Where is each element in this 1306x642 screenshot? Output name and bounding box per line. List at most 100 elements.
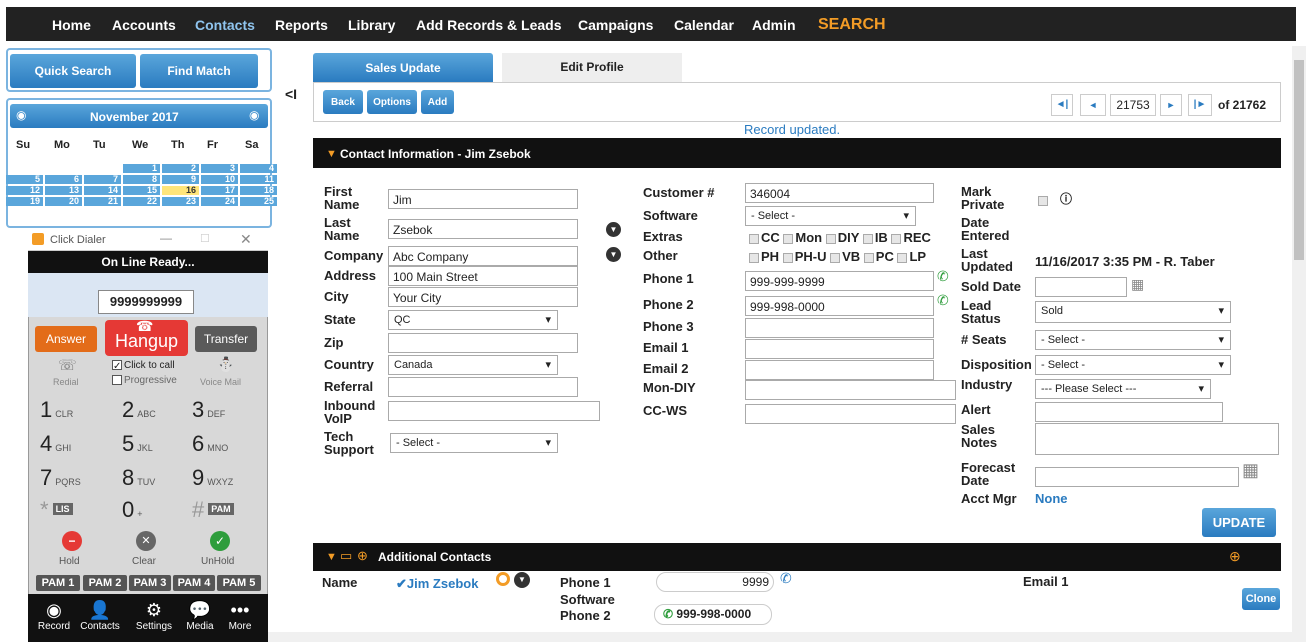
zip-input[interactable] xyxy=(388,333,578,353)
click-to-call-checkbox[interactable]: ✓ Click to call xyxy=(112,360,175,372)
alert-input[interactable] xyxy=(1035,402,1223,422)
calendar-day[interactable]: 17 xyxy=(201,186,238,195)
tech-support-select[interactable]: - Select - xyxy=(390,433,558,453)
close-icon[interactable]: ✕ xyxy=(240,231,252,248)
state-select[interactable]: QC xyxy=(388,310,558,330)
calendar-day[interactable]: 21 xyxy=(84,197,121,206)
more-tab[interactable]: ••• More xyxy=(220,600,260,632)
software-select[interactable]: - Select - xyxy=(745,206,916,226)
contacts-tab[interactable]: 👤 Contacts xyxy=(80,600,120,632)
record-number-input[interactable]: 21753 xyxy=(1110,94,1156,116)
address-input[interactable]: 100 Main Street xyxy=(388,266,578,286)
phone3-input[interactable] xyxy=(745,318,934,338)
first-name-input[interactable]: Jim xyxy=(388,189,578,209)
calendar-day[interactable]: 4 xyxy=(240,164,277,173)
calendar-day[interactable]: 1 xyxy=(123,164,160,173)
add-additional-icon[interactable]: ⊕ xyxy=(1229,548,1241,565)
nav-calendar[interactable]: Calendar xyxy=(674,17,734,33)
additional-phone2-pill[interactable]: ✆ 999-998-0000 xyxy=(654,604,772,625)
company-input[interactable]: Abc Company xyxy=(388,246,578,266)
horizontal-scrollbar[interactable] xyxy=(268,632,1292,642)
hold-icon[interactable]: − xyxy=(62,531,82,551)
calendar-day[interactable]: 20 xyxy=(45,197,82,206)
dial-key-2[interactable]: 2 ABC xyxy=(122,397,192,423)
dial-key-4[interactable]: 4 GHI xyxy=(40,431,110,457)
nav-add-records[interactable]: Add Records & Leads xyxy=(416,17,561,33)
seats-select[interactable]: - Select - xyxy=(1035,330,1231,350)
pam-5-button[interactable]: PAM 5 xyxy=(217,575,261,591)
progressive-checkbox[interactable]: Progressive xyxy=(112,375,177,386)
phone2-input[interactable]: 999-998-0000 xyxy=(745,296,934,316)
city-input[interactable]: Your City xyxy=(388,287,578,307)
calendar-day[interactable]: 3 xyxy=(201,164,238,173)
collapse-chevron-icon[interactable]: ▼ xyxy=(326,148,337,160)
nav-contacts[interactable]: Contacts xyxy=(195,17,255,33)
add-button[interactable]: Add xyxy=(421,90,454,114)
nav-home[interactable]: Home xyxy=(52,17,91,33)
nav-search[interactable]: SEARCH xyxy=(818,16,886,34)
media-tab[interactable]: 💬 Media xyxy=(180,600,220,632)
settings-tab[interactable]: ⚙ Settings xyxy=(134,600,174,632)
vertical-scroll-thumb[interactable] xyxy=(1294,60,1304,260)
calendar-day[interactable]: 23 xyxy=(162,197,199,206)
update-button[interactable]: UPDATE xyxy=(1202,508,1276,537)
calendar-day[interactable]: 9 xyxy=(162,175,199,184)
dial-key-11[interactable]: 0 + xyxy=(122,497,192,523)
customer-number-input[interactable]: 346004 xyxy=(745,183,934,203)
info-icon[interactable]: ⓘ xyxy=(1060,190,1072,207)
find-match-tab[interactable]: Find Match xyxy=(140,54,258,88)
pam-3-button[interactable]: PAM 3 xyxy=(129,575,171,591)
sold-date-calendar-icon[interactable]: ▦ xyxy=(1131,276,1144,293)
first-record-icon[interactable]: ◄| xyxy=(1051,94,1073,116)
phone2-call-icon[interactable]: ✆ xyxy=(937,292,949,309)
last-record-icon[interactable]: |► xyxy=(1188,94,1212,116)
mark-private-checkbox[interactable] xyxy=(1038,193,1050,207)
company-chevron-down-icon[interactable]: ▼ xyxy=(606,247,621,262)
phone1-input[interactable]: 999-999-9999 xyxy=(745,271,934,291)
calendar-day[interactable]: 15 xyxy=(123,186,160,195)
calendar-day[interactable]: 6 xyxy=(45,175,82,184)
clone-button[interactable]: Clone xyxy=(1242,588,1280,610)
other-checkboxes[interactable]: PH PH-U VB PC LP xyxy=(749,249,926,264)
nav-library[interactable]: Library xyxy=(348,17,395,33)
tab-sales-update[interactable]: Sales Update xyxy=(313,53,493,82)
dial-number-input[interactable]: 9999999999 xyxy=(98,290,194,314)
sold-date-input[interactable] xyxy=(1035,277,1127,297)
calendar-day[interactable]: 13 xyxy=(45,186,82,195)
sales-notes-textarea[interactable] xyxy=(1035,423,1279,455)
dial-key-5[interactable]: 5 JKL xyxy=(122,431,192,457)
dial-key-6[interactable]: 6 MNO xyxy=(192,431,262,457)
voicemail-icon[interactable]: ⛄ xyxy=(217,356,234,373)
contact-expand-icon[interactable]: ▼ xyxy=(514,572,530,588)
email1-input[interactable] xyxy=(745,339,934,359)
mon-diy-input[interactable] xyxy=(745,380,956,400)
next-month-icon[interactable]: ◉ xyxy=(249,108,259,122)
country-select[interactable]: Canada xyxy=(388,355,558,375)
forecast-date-input[interactable] xyxy=(1035,467,1239,487)
calendar-day[interactable]: 8 xyxy=(123,175,160,184)
nav-reports[interactable]: Reports xyxy=(275,17,328,33)
quick-search-tab[interactable]: Quick Search xyxy=(10,54,136,88)
options-button[interactable]: Options xyxy=(367,90,417,114)
prev-month-icon[interactable]: ◉ xyxy=(16,108,26,122)
calendar-day[interactable]: 16 xyxy=(162,186,199,195)
tab-edit-profile[interactable]: Edit Profile xyxy=(502,53,682,82)
chevron-down-icon[interactable]: ▼ xyxy=(606,222,621,237)
dial-key-8[interactable]: 8 TUV xyxy=(122,465,192,491)
record-tab[interactable]: ◉ Record xyxy=(34,600,74,632)
forecast-calendar-icon[interactable]: ▦ xyxy=(1242,460,1259,481)
calendar-day[interactable]: 2 xyxy=(162,164,199,173)
clear-icon[interactable]: ✕ xyxy=(136,531,156,551)
answer-button[interactable]: Answer xyxy=(35,326,97,352)
referral-input[interactable] xyxy=(388,377,578,397)
dial-key-3[interactable]: 3 DEF xyxy=(192,397,262,423)
calendar-day[interactable]: 18 xyxy=(240,186,277,195)
add-contact-icon[interactable]: ⊕ xyxy=(357,548,368,564)
dial-key-1[interactable]: 1 CLR xyxy=(40,397,110,423)
nav-accounts[interactable]: Accounts xyxy=(112,17,176,33)
dial-key-12[interactable]: # PAM xyxy=(192,497,262,523)
calendar-day[interactable]: 12 xyxy=(6,186,43,195)
additional-chevron-icon[interactable]: ▼ xyxy=(326,551,337,563)
calendar-day[interactable]: 5 xyxy=(6,175,43,184)
cc-ws-input[interactable] xyxy=(745,404,956,424)
